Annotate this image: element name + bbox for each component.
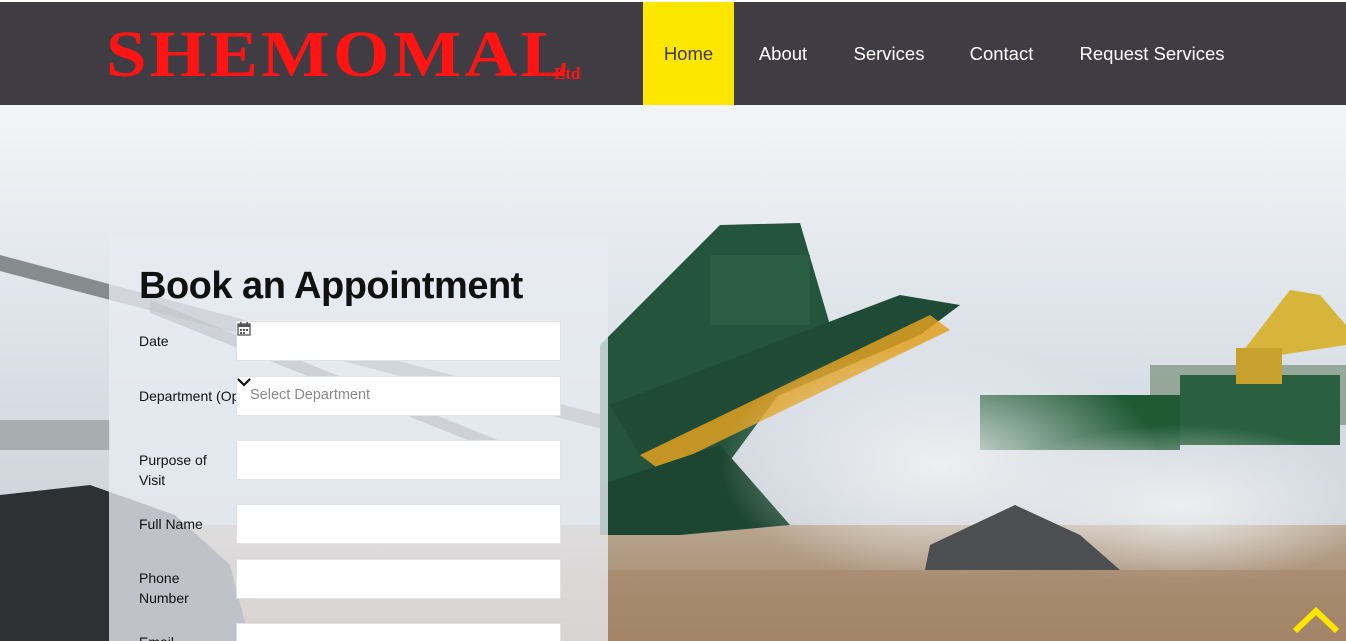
purpose-input[interactable] bbox=[236, 440, 561, 480]
hero-section: Book an Appointment Date Department (Opt… bbox=[0, 105, 1346, 641]
logo[interactable]: SHEMOMAL Ltd bbox=[106, 22, 580, 88]
navbar: SHEMOMAL Ltd Home About Services Contact… bbox=[0, 2, 1346, 105]
calendar-icon[interactable] bbox=[237, 322, 251, 336]
nav-request-services[interactable]: Request Services bbox=[1066, 2, 1238, 105]
full-name-label: Full Name bbox=[139, 516, 203, 532]
full-name-input[interactable] bbox=[236, 504, 561, 544]
logo-text: SHEMOMAL bbox=[106, 18, 573, 91]
nav-home[interactable]: Home bbox=[643, 2, 734, 105]
phone-label: Phone Number bbox=[139, 570, 189, 606]
purpose-label: Purpose of Visit bbox=[139, 452, 207, 488]
scroll-to-top-button[interactable] bbox=[1292, 606, 1340, 634]
nav-contact[interactable]: Contact bbox=[957, 2, 1046, 105]
department-select[interactable]: Select Department bbox=[236, 376, 561, 416]
nav-services[interactable]: Services bbox=[841, 2, 937, 105]
department-placeholder: Select Department bbox=[250, 387, 371, 403]
phone-input[interactable] bbox=[236, 559, 561, 599]
form-title: Book an Appointment bbox=[139, 265, 523, 307]
nav-about[interactable]: About bbox=[744, 2, 822, 105]
date-label: Date bbox=[139, 333, 169, 349]
date-input[interactable] bbox=[236, 321, 561, 361]
email-input[interactable] bbox=[236, 623, 561, 641]
appointment-form: Book an Appointment Date Department (Opt… bbox=[109, 235, 608, 641]
email-label: Email bbox=[139, 632, 174, 641]
logo-suffix: Ltd bbox=[554, 64, 581, 83]
chevron-up-icon bbox=[1292, 606, 1340, 634]
chevron-down-icon bbox=[237, 378, 251, 387]
